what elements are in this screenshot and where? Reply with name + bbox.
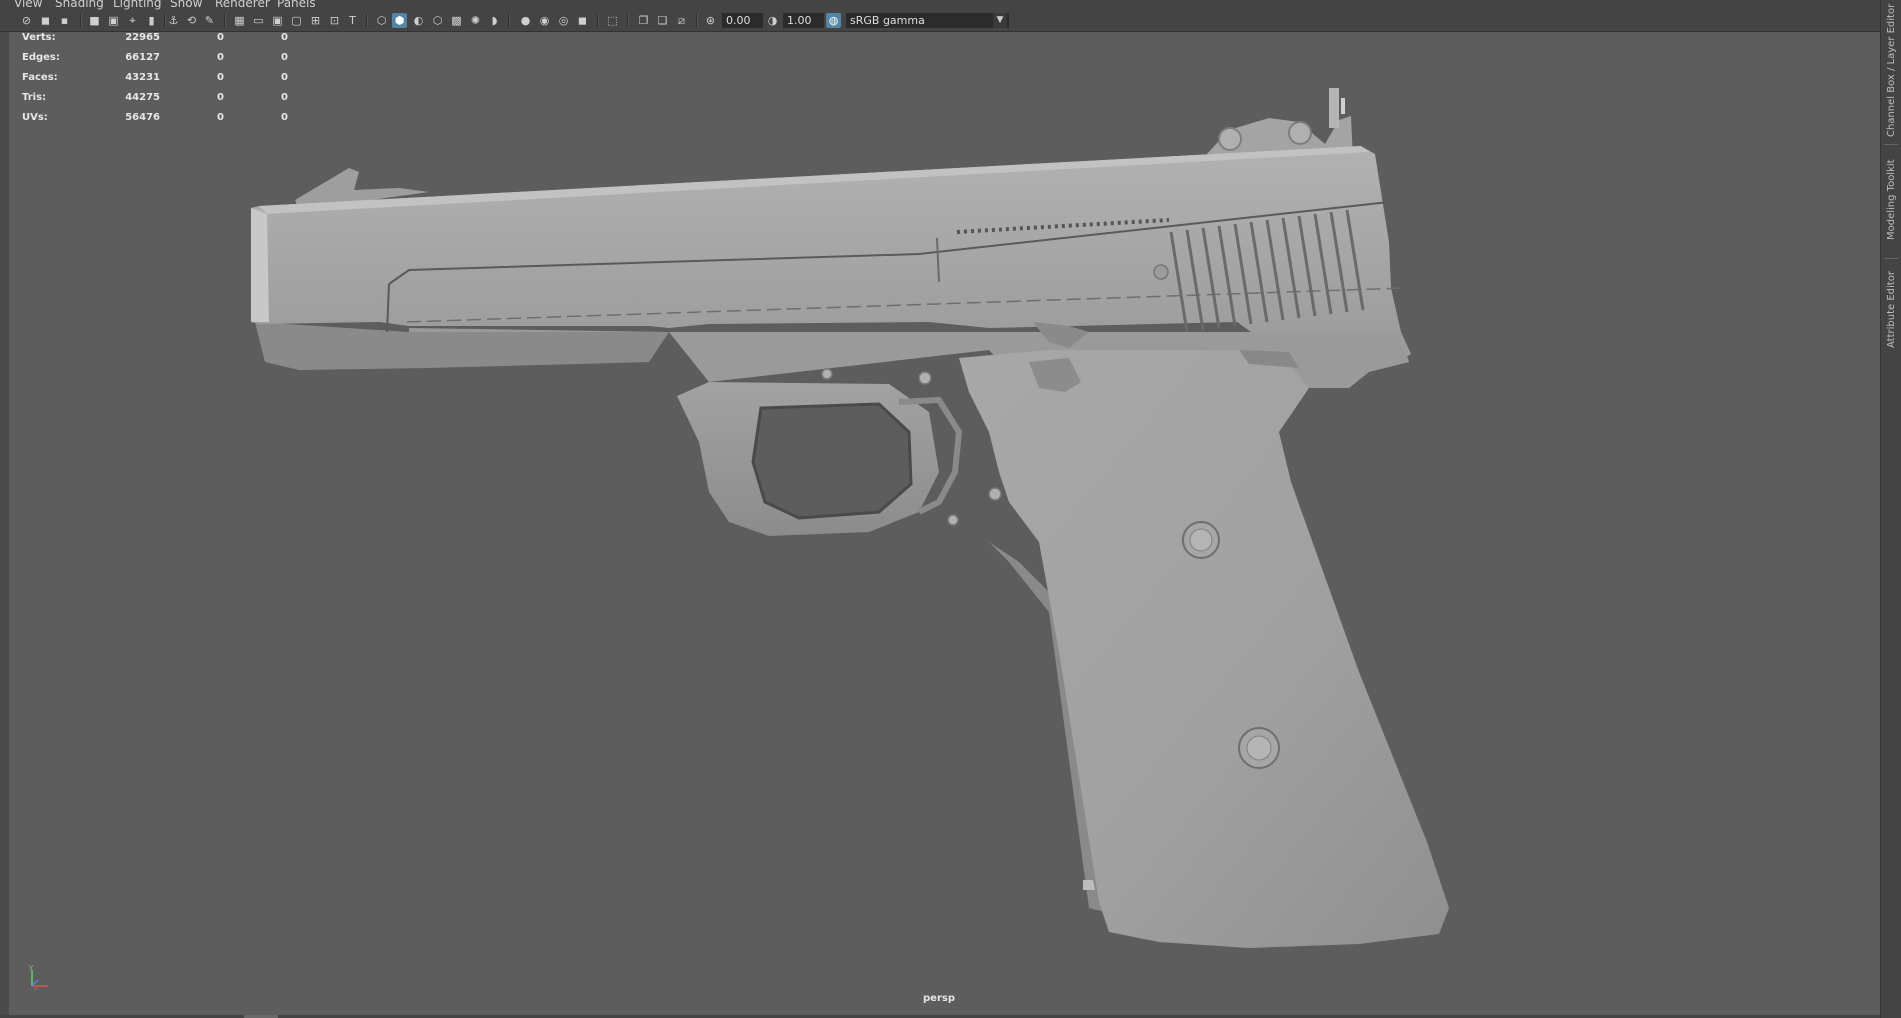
grid-toggle-icon[interactable]: ▦ [232, 13, 247, 28]
toolbar-divider [696, 14, 698, 27]
hud-label: Tris: [22, 92, 47, 103]
chevron-down-icon[interactable]: ▼ [993, 13, 1007, 28]
menu-view[interactable]: View [14, 0, 42, 10]
tab-attribute-editor[interactable]: Attribute Editor [1881, 266, 1901, 354]
resolution-gate-toggle-icon[interactable]: ▣ [270, 13, 285, 28]
exposure-icon[interactable]: ⊛ [703, 13, 718, 28]
panel-toolbar: ⊘ ◼ ▪ ■ ▣ ⌖ ▮ ⚓ ⟲ ✎ ▦ ▭ ▣ ▢ ⊞ ⊡ T ⬡ ⬢ ◐ … [0, 10, 1880, 32]
tab-divider [1884, 144, 1898, 145]
grip-screw-top [1182, 521, 1220, 559]
svg-text:y: y [29, 963, 33, 971]
hud-row-edges: Edges: 66127 0 0 [22, 52, 288, 72]
xray-joints-icon[interactable]: ❏ [655, 13, 670, 28]
hud-label: Edges: [22, 52, 60, 63]
hud-value: 22965 [125, 32, 160, 43]
hud-value: 0 [281, 52, 288, 63]
smooth-shade-icon[interactable]: ⬢ [392, 13, 407, 28]
hud-value: 0 [217, 92, 224, 103]
svg-text:z: z [34, 984, 38, 992]
toolbar-divider [597, 14, 599, 27]
hud-row-faces: Faces: 43231 0 0 [22, 72, 288, 92]
hud-value: 43231 [125, 72, 160, 83]
multisample-aa-icon[interactable]: ◎ [556, 13, 571, 28]
toolbar-divider [224, 14, 226, 27]
menu-renderer[interactable]: Renderer [215, 0, 270, 10]
pistol-model[interactable] [9, 32, 1880, 1016]
left-panel-border [0, 32, 9, 1016]
bookmark-camera-icon[interactable]: ■ [87, 13, 102, 28]
hud-value: 0 [217, 32, 224, 43]
motion-blur-icon[interactable]: ◉ [537, 13, 552, 28]
screen-space-ao-icon[interactable]: ● [518, 13, 533, 28]
tab-modeling-toolkit[interactable]: Modeling Toolkit [1881, 152, 1901, 248]
hud-label: Faces: [22, 72, 58, 83]
camera-attributes-icon[interactable]: ▪ [57, 13, 72, 28]
hud-value: 66127 [125, 52, 160, 63]
hud-value: 0 [281, 32, 288, 43]
menu-shading[interactable]: Shading [55, 0, 104, 10]
film-gate-toggle-icon[interactable]: ▭ [251, 13, 266, 28]
viewport-persp[interactable] [9, 32, 1880, 1016]
toolbar-divider [80, 14, 82, 27]
safe-action-icon[interactable]: ⊡ [327, 13, 342, 28]
hud-row-uvs: UVs: 56476 0 0 [22, 112, 288, 132]
depth-of-field-icon[interactable]: ◼ [575, 13, 590, 28]
hud-row-tris: Tris: 44275 0 0 [22, 92, 288, 112]
menu-panels[interactable]: Panels [277, 0, 316, 10]
hud-label: Verts: [22, 32, 56, 43]
field-chart-icon[interactable]: ⊞ [308, 13, 323, 28]
safe-title-icon[interactable]: T [345, 13, 360, 28]
wireframe-on-shaded-icon[interactable]: ⬡ [430, 13, 445, 28]
gamma-icon[interactable]: ◑ [765, 13, 780, 28]
hud-value: 44275 [125, 92, 160, 103]
xray-icon[interactable]: ❐ [636, 13, 651, 28]
use-all-lights-icon[interactable]: ✺ [468, 13, 483, 28]
exposure-field[interactable]: 0.00 [722, 13, 763, 28]
shadows-icon[interactable]: ◗ [487, 13, 502, 28]
hud-row-verts: Verts: 22965 0 0 [22, 32, 288, 52]
hud-value: 0 [281, 112, 288, 123]
wireframe-icon[interactable]: ⬡ [374, 13, 389, 28]
default-material-icon[interactable]: ◐ [411, 13, 426, 28]
film-gate-icon[interactable]: ⟲ [184, 13, 199, 28]
right-side-tabs: Channel Box / Layer Editor Modeling Tool… [1880, 0, 1901, 1018]
isolate-select-icon[interactable]: ⬚ [605, 13, 620, 28]
toolbar-divider [508, 14, 510, 27]
panel-menu-bar: View Shading Lighting Show Renderer Pane… [0, 0, 1880, 10]
gate-mask-icon[interactable]: ▢ [289, 13, 304, 28]
camera-name-label: persp [923, 993, 955, 1004]
hud-value: 0 [217, 52, 224, 63]
gamma-field[interactable]: 1.00 [783, 13, 824, 28]
hud-value: 0 [217, 112, 224, 123]
tab-channel-box[interactable]: Channel Box / Layer Editor [1881, 3, 1901, 136]
color-management-icon[interactable]: ◍ [826, 13, 841, 28]
xray-active-components-icon[interactable]: ⧄ [674, 13, 689, 28]
tab-divider [1884, 258, 1898, 259]
hud-value: 56476 [125, 112, 160, 123]
axis-gizmo-icon: y z [29, 963, 48, 992]
hud-label: UVs: [22, 112, 48, 123]
hud-value: 0 [217, 72, 224, 83]
menu-show[interactable]: Show [170, 0, 202, 10]
hud-value: 0 [281, 72, 288, 83]
image-plane-icon[interactable]: ▣ [106, 13, 121, 28]
select-camera-icon[interactable]: ⊘ [19, 13, 34, 28]
view-transform-dropdown[interactable]: sRGB gamma ▼ [846, 13, 1009, 28]
view-transform-value: sRGB gamma [850, 14, 925, 27]
toolbar-divider [366, 14, 368, 27]
resolution-gate-icon[interactable]: ✎ [202, 13, 217, 28]
menu-lighting[interactable]: Lighting [113, 0, 162, 10]
hud-value: 0 [281, 92, 288, 103]
textured-icon[interactable]: ▩ [449, 13, 464, 28]
toolbar-divider [627, 14, 629, 27]
grease-pencil-icon[interactable]: ▮ [144, 13, 159, 28]
two-d-pan-icon[interactable]: ⌖ [125, 13, 140, 28]
grip-screw-bottom [1238, 727, 1280, 769]
poly-count-hud: Verts: 22965 0 0 Edges: 66127 0 0 Faces:… [22, 32, 288, 132]
lock-camera-icon[interactable]: ◼ [38, 13, 53, 28]
grid-icon[interactable]: ⚓ [166, 13, 181, 28]
